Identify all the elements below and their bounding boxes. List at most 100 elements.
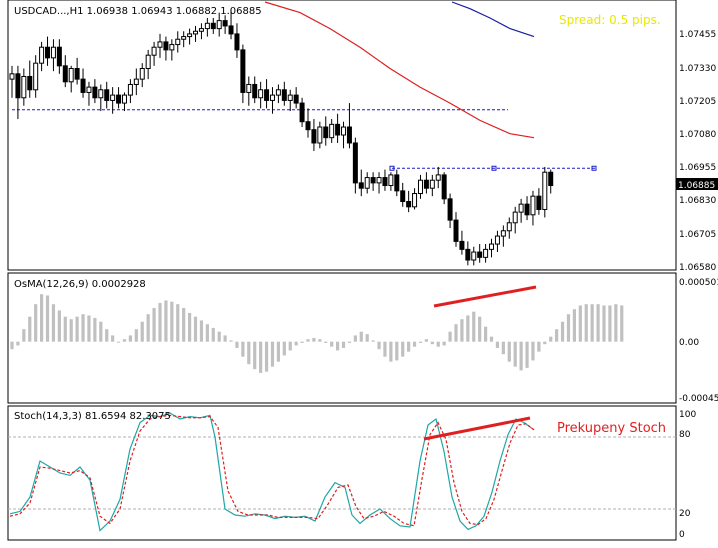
osma-bar xyxy=(602,305,606,342)
osma-bar xyxy=(359,331,363,342)
candle-body xyxy=(151,46,157,56)
candle-body xyxy=(465,248,471,261)
osma-bar xyxy=(34,304,38,342)
osma-bar xyxy=(176,304,180,342)
candle-body xyxy=(299,102,305,123)
candle-body xyxy=(27,75,33,91)
candle-body xyxy=(323,126,329,139)
candle-body xyxy=(441,174,447,200)
osma-bar xyxy=(330,341,334,347)
candle-body xyxy=(346,126,352,144)
stoch-axis-label: 80 xyxy=(679,430,691,440)
candle-body xyxy=(317,126,323,144)
candle-body xyxy=(169,44,175,51)
osma-bar xyxy=(75,316,79,342)
candle-body xyxy=(293,94,299,104)
osma-bar xyxy=(105,329,109,342)
candle-body xyxy=(68,68,74,83)
osma-bar xyxy=(525,341,529,368)
osma-bar xyxy=(572,309,576,342)
osma-bar xyxy=(448,331,452,342)
overbought-annotation: Prekupeny Stoch xyxy=(557,421,666,436)
candle-body xyxy=(435,174,441,181)
candle-body xyxy=(15,73,21,99)
osma-bar xyxy=(365,334,369,342)
osma-bar xyxy=(555,329,559,342)
osma-bar xyxy=(424,339,428,342)
candle-body xyxy=(311,129,317,144)
price-chart[interactable] xyxy=(9,1,597,266)
osma-bar xyxy=(312,337,316,342)
osma-bar xyxy=(140,321,144,342)
osma-bar xyxy=(300,341,304,343)
candle-body xyxy=(483,248,489,258)
osma-label: OsMA(12,26,9) 0.0002928 xyxy=(14,279,146,290)
osma-bar xyxy=(460,319,464,342)
osma-bar xyxy=(241,341,245,357)
osma-bar xyxy=(513,341,517,367)
candle-body xyxy=(287,94,293,101)
osma-bar xyxy=(395,341,399,361)
symbol-header: USDCAD...,H1 1.06938 1.06943 1.06882 1.0… xyxy=(14,6,262,17)
osma-bar xyxy=(211,327,215,342)
osma-bar xyxy=(549,336,553,342)
osma-bar xyxy=(537,341,541,352)
candle-body xyxy=(364,177,370,189)
osma-bar xyxy=(596,304,600,342)
candle-body xyxy=(494,235,500,245)
candle-body xyxy=(45,46,51,59)
candle-body xyxy=(216,20,222,30)
candle-body xyxy=(175,38,181,46)
candle-body xyxy=(548,171,554,187)
osma-bar xyxy=(336,341,340,351)
candle-body xyxy=(352,142,358,184)
osma-bar xyxy=(10,341,14,350)
osma-bar xyxy=(442,341,446,346)
candle-body xyxy=(429,179,435,189)
candle-body xyxy=(370,177,376,184)
osma-bar xyxy=(229,340,233,342)
candle-body xyxy=(33,62,39,91)
stoch-main-line xyxy=(9,412,535,532)
osma-bar xyxy=(531,341,535,361)
candle-body xyxy=(74,68,80,80)
chart-window[interactable]: USDCAD...,H1 1.06938 1.06943 1.06882 1.0… xyxy=(0,0,718,544)
candle-body xyxy=(536,195,542,210)
stoch-axis-label: 20 xyxy=(679,509,691,519)
osma-bar xyxy=(347,341,352,343)
osma-bar xyxy=(182,307,186,342)
osma-bar xyxy=(306,339,310,342)
candle-body xyxy=(417,179,423,195)
osma-bar xyxy=(259,341,263,373)
moving-average-fast xyxy=(264,1,535,139)
candle-body xyxy=(127,83,133,96)
candle-body xyxy=(258,89,264,99)
osma-bar xyxy=(51,304,56,342)
candle-body xyxy=(198,28,204,32)
candle-body xyxy=(222,20,228,27)
osma-bar xyxy=(507,341,511,362)
osma-divergence-line xyxy=(433,285,537,308)
candle-body xyxy=(157,41,163,48)
stoch-axis-label: 100 xyxy=(679,410,696,420)
candle-body xyxy=(98,89,104,99)
osma-bar xyxy=(401,341,405,357)
candle-body xyxy=(423,179,429,189)
stoch-label: Stoch(14,3,3) 81.6594 82.3075 xyxy=(14,411,171,422)
osma-bar xyxy=(247,341,251,365)
candle-body xyxy=(133,78,139,85)
osma-bar xyxy=(146,314,150,342)
price-axis-label: 1.06705 xyxy=(679,230,716,240)
price-axis-label: 1.07080 xyxy=(679,130,716,140)
candle-body xyxy=(246,83,252,93)
candle-body xyxy=(187,33,193,38)
osma-bar xyxy=(472,311,476,342)
candle-body xyxy=(121,94,127,104)
osma-bar xyxy=(489,336,494,342)
osma-bar xyxy=(63,316,67,342)
chart-canvas[interactable]: USDCAD...,H1 1.06938 1.06943 1.06882 1.0… xyxy=(0,0,718,544)
osma-bar xyxy=(134,329,138,342)
osma-bar xyxy=(217,331,221,342)
candle-body xyxy=(512,211,518,224)
candle-body xyxy=(145,54,151,70)
